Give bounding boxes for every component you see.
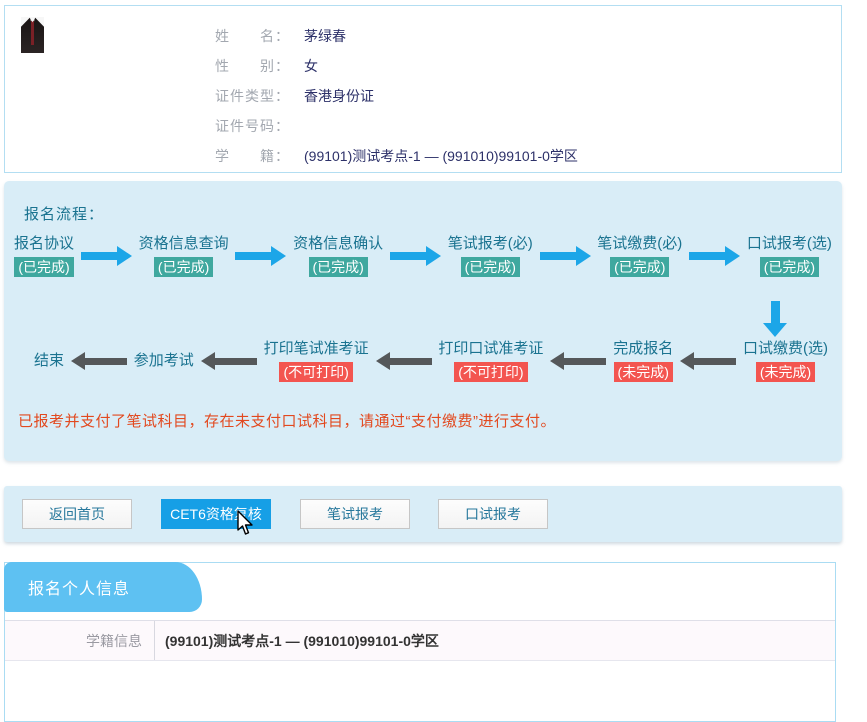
arrow-left-icon <box>201 352 257 370</box>
flow-step-oral-register: 口试报考(选) (已完成) <box>747 234 832 278</box>
arrow-left-icon <box>550 352 606 370</box>
profile-panel: 姓 名： 茅绿春 性 别： 女 证件类型： 香港身份证 证件号码： 学 籍： (9910… <box>4 5 842 173</box>
field-id-type: 证件类型： 香港身份证 <box>215 81 578 111</box>
flow-step-label: 结束 <box>34 351 64 371</box>
payment-notice: 已报考并支付了笔试科目，存在未支付口试科目，请通过“支付缴费”进行支付。 <box>18 410 556 431</box>
return-home-button[interactable]: 返回首页 <box>22 499 132 529</box>
candidate-photo <box>21 17 44 53</box>
arrow-right-icon <box>235 246 286 266</box>
written-exam-register-button[interactable]: 笔试报考 <box>300 499 410 529</box>
table-row-label: 学籍信息 <box>5 621 155 660</box>
arrow-right-icon <box>81 246 132 266</box>
field-gender-label: 性 别： <box>215 51 290 81</box>
flow-step-oral-pay: 口试缴费(选) (未完成) <box>743 339 828 383</box>
flow-step-finish-registration: 完成报名 (未完成) <box>613 339 673 383</box>
flow-title: 报名流程： <box>24 203 104 224</box>
flow-step-status: (不可打印) <box>279 362 352 382</box>
flow-step-agreement: 报名协议 (已完成) <box>14 234 74 278</box>
flow-step-label: 完成报名 <box>613 339 673 359</box>
profile-fields: 姓 名： 茅绿春 性 别： 女 证件类型： 香港身份证 证件号码： 学 籍： (9910… <box>215 21 578 171</box>
flow-step-label: 口试缴费(选) <box>743 339 828 359</box>
flow-step-status: (不可打印) <box>454 362 527 382</box>
flow-row-1: 报名协议 (已完成) 资格信息查询 (已完成) 资格信息确认 (已完成) 笔试报… <box>4 234 842 278</box>
personal-info-panel: 报名个人信息 学籍信息 (99101)测试考点-1 — (991010)9910… <box>4 562 836 722</box>
flow-step-label: 资格信息确认 <box>293 234 383 254</box>
flow-row-2: 结束 参加考试 打印笔试准考证 (不可打印) 打印口试准考证 (不可打印) 完成… <box>4 339 842 383</box>
flow-step-status: (未完成) <box>756 362 815 382</box>
flow-step-label: 口试报考(选) <box>747 234 832 254</box>
flow-step-status: (已完成) <box>309 257 368 277</box>
field-school-roll-label: 学 籍： <box>215 141 290 171</box>
field-id-number: 证件号码： <box>215 111 578 141</box>
suit-photo-graphic <box>21 17 44 53</box>
flow-step-status: (已完成) <box>610 257 669 277</box>
flow-step-status: (已完成) <box>461 257 520 277</box>
field-id-type-label: 证件类型： <box>215 81 290 111</box>
flow-step-qualification-query: 资格信息查询 (已完成) <box>139 234 229 278</box>
table-row-value: (99101)测试考点-1 — (991010)99101-0学区 <box>155 621 439 660</box>
flow-step-label: 笔试缴费(必) <box>597 234 682 254</box>
field-name-label: 姓 名： <box>215 21 290 51</box>
field-id-type-value: 香港身份证 <box>304 88 374 104</box>
oral-exam-register-button[interactable]: 口试报考 <box>438 499 548 529</box>
action-button-strip: 返回首页 CET6资格复核 笔试报考 口试报考 <box>4 486 842 542</box>
cet6-qualification-review-button[interactable]: CET6资格复核 <box>161 499 271 529</box>
field-gender-value: 女 <box>304 58 318 74</box>
flow-step-label: 打印笔试准考证 <box>264 339 369 359</box>
flow-step-label: 报名协议 <box>14 234 74 254</box>
flow-step-take-exam: 参加考试 <box>134 351 194 371</box>
tie-graphic <box>31 21 34 45</box>
arrow-left-icon <box>71 352 127 370</box>
flow-step-print-oral-ticket: 打印口试准考证 (不可打印) <box>438 339 543 383</box>
flow-step-status: (未完成) <box>614 362 673 382</box>
flow-step-label: 资格信息查询 <box>139 234 229 254</box>
field-id-number-label: 证件号码： <box>215 111 290 141</box>
table-row: 学籍信息 (99101)测试考点-1 — (991010)99101-0学区 <box>5 621 835 661</box>
field-name: 姓 名： 茅绿春 <box>215 21 578 51</box>
arrow-right-icon <box>390 246 441 266</box>
arrow-right-icon <box>540 246 591 266</box>
flow-step-end: 结束 <box>34 351 64 371</box>
flow-step-qualification-confirm: 资格信息确认 (已完成) <box>293 234 383 278</box>
arrow-left-icon <box>680 352 736 370</box>
flow-step-label: 打印口试准考证 <box>438 339 543 359</box>
field-gender: 性 别： 女 <box>215 51 578 81</box>
flow-step-label: 参加考试 <box>134 351 194 371</box>
flow-step-status: (已完成) <box>154 257 213 277</box>
flow-step-label: 笔试报考(必) <box>448 234 533 254</box>
personal-info-table: 学籍信息 (99101)测试考点-1 — (991010)99101-0学区 <box>5 620 835 661</box>
field-school-roll: 学 籍： (99101)测试考点-1 — (991010)99101-0学区 <box>215 141 578 171</box>
arrow-right-icon <box>689 246 740 266</box>
flow-step-written-pay: 笔试缴费(必) (已完成) <box>597 234 682 278</box>
field-school-roll-value: (99101)测试考点-1 — (991010)99101-0学区 <box>304 148 578 164</box>
field-name-value: 茅绿春 <box>304 28 346 44</box>
registration-flow-panel: 报名流程： 报名协议 (已完成) 资格信息查询 (已完成) 资格信息确认 (已完… <box>4 181 842 461</box>
arrow-down-icon <box>762 301 788 337</box>
personal-info-tab: 报名个人信息 <box>4 562 202 612</box>
flow-step-status: (已完成) <box>14 257 73 277</box>
flow-step-written-register: 笔试报考(必) (已完成) <box>448 234 533 278</box>
flow-step-status: (已完成) <box>760 257 819 277</box>
flow-step-print-written-ticket: 打印笔试准考证 (不可打印) <box>264 339 369 383</box>
arrow-left-icon <box>376 352 432 370</box>
